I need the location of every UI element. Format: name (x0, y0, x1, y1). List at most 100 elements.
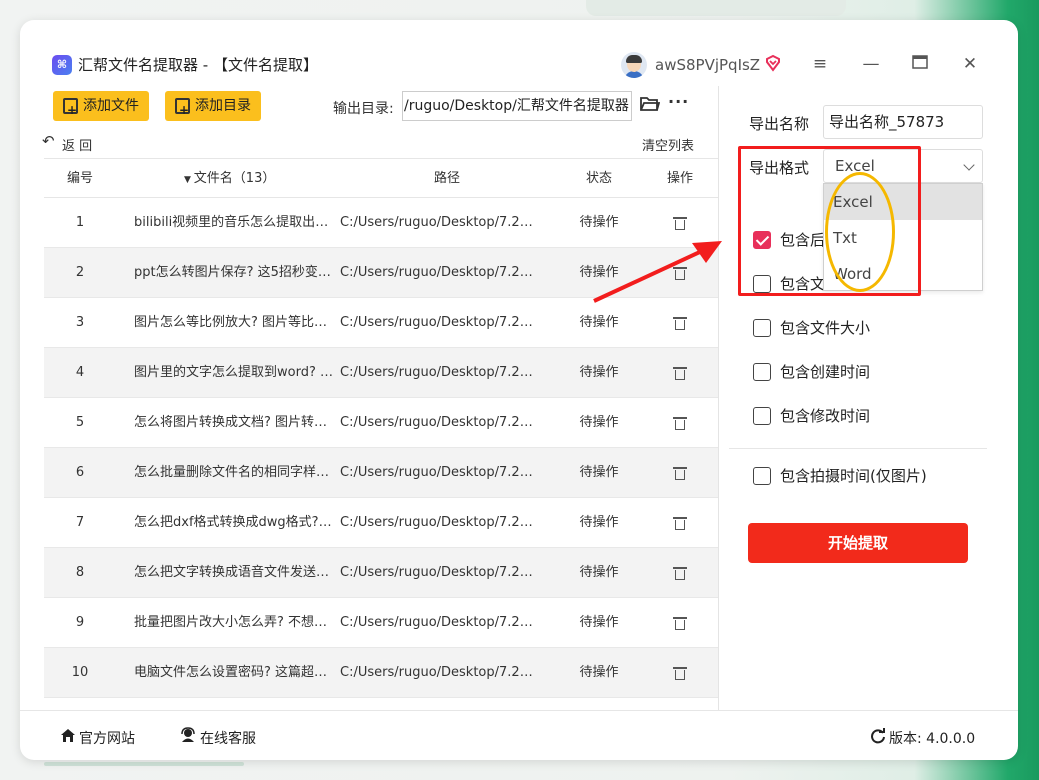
header-no: 编号 (66, 171, 93, 186)
app-title: 汇帮文件名提取器 - 【文件名提取】 (78, 56, 318, 74)
row-delete-button[interactable] (656, 398, 704, 448)
format-option-excel[interactable]: Excel (824, 184, 982, 220)
row-filename: 怎么批量删除文件名的相同字样? ... (134, 465, 334, 480)
more-options-icon[interactable]: ··· (668, 92, 689, 111)
row-filename: 批量把图片改大小怎么弄? 不想一... (134, 615, 334, 630)
row-delete-button[interactable] (656, 548, 704, 598)
table-row[interactable]: 3 图片怎么等比例放大? 图片等比例... C:/Users/ruguo/Deskt… (44, 298, 718, 348)
format-option-word[interactable]: Word (824, 256, 982, 292)
row-filename: 怎么把dxf格式转换成dwg格式? ... (134, 515, 334, 530)
add-folder-button[interactable]: 添加目录 (165, 91, 261, 125)
table-row[interactable]: 5 怎么将图片转换成文档? 图片转文... C:/Users/ruguo/Deskt… (44, 398, 718, 448)
menu-icon[interactable]: ≡ (809, 53, 831, 75)
add-file-button[interactable]: 添加文件 (53, 91, 149, 125)
refresh-icon[interactable] (870, 728, 886, 744)
trash-icon (673, 316, 687, 330)
format-option-txt[interactable]: Txt (824, 220, 982, 256)
export-panel: 导出名称 导出名称_57873 导出格式 Excel 包含后 包含文 Excel… (719, 86, 1018, 710)
export-format-select[interactable]: Excel (823, 149, 983, 183)
background-decor-top (586, 0, 846, 16)
output-dir-label: 输出目录: (333, 101, 394, 117)
trash-icon (673, 266, 687, 280)
folder-open-icon[interactable] (640, 96, 660, 112)
output-dir-field[interactable]: /ruguo/Desktop/汇帮文件名提取器 (402, 91, 632, 121)
table-row[interactable]: 2 ppt怎么转图片保存? 这5招秒变高... C:/Users/ruguo/Des… (44, 248, 718, 298)
checkbox-modified[interactable] (753, 407, 771, 425)
row-status: 待操作 (579, 315, 619, 330)
checkbox-created[interactable] (753, 363, 771, 381)
close-icon[interactable]: ✕ (959, 53, 981, 75)
row-status: 待操作 (579, 615, 619, 630)
back-button[interactable]: 返 回 (62, 135, 92, 154)
row-filename: bilibili视频里的音乐怎么提取出来... (134, 215, 334, 230)
row-filename: 怎么把文字转换成语音文件发送? ... (134, 565, 334, 580)
username[interactable]: awS8PVjPqIsZ (655, 56, 760, 74)
header-name[interactable]: ▼ 文件名（13） (184, 159, 275, 200)
checkbox-suffix[interactable] (753, 231, 771, 249)
table-row[interactable]: 1 bilibili视频里的音乐怎么提取出来... C:/Users/ruguo/D… (44, 198, 718, 248)
table-row[interactable]: 8 怎么把文字转换成语音文件发送? ... C:/Users/ruguo/Deskt… (44, 548, 718, 598)
row-delete-button[interactable] (656, 348, 704, 398)
title-bar: ⌘ 汇帮文件名提取器 - 【文件名提取】 awS8PVjPqIsZ ≡ — ✕ (20, 20, 1018, 86)
panel-separator (729, 448, 987, 449)
row-delete-button[interactable] (656, 598, 704, 648)
option-created-label: 包含创建时间 (780, 363, 871, 381)
checkbox-shot-time[interactable] (753, 467, 771, 485)
row-status: 待操作 (579, 365, 619, 380)
website-link[interactable]: 官方网站 (79, 728, 135, 748)
row-delete-button[interactable] (656, 298, 704, 348)
back-arrow-icon[interactable]: ↶ (42, 132, 55, 150)
row-status: 待操作 (579, 415, 619, 430)
option-suffix-label: 包含后 (780, 231, 826, 249)
row-path: C:/Users/ruguo/Desktop/7.27/... (340, 515, 540, 530)
row-delete-button[interactable] (656, 498, 704, 548)
row-no: 2 (75, 265, 85, 280)
clear-list-button[interactable]: 清空列表 (642, 135, 694, 154)
header-op: 操作 (666, 171, 693, 186)
checkbox-file[interactable] (753, 275, 771, 293)
row-path: C:/Users/ruguo/Desktop/7.27/... (340, 565, 540, 580)
option-size-label: 包含文件大小 (780, 319, 871, 337)
format-dropdown: Excel Txt Word (823, 183, 983, 291)
row-no: 4 (75, 365, 85, 380)
maximize-icon[interactable] (909, 53, 931, 75)
table-row[interactable]: 7 怎么把dxf格式转换成dwg格式? ... C:/Users/ruguo/Des… (44, 498, 718, 548)
row-delete-button[interactable] (656, 248, 704, 298)
vip-diamond-icon[interactable] (764, 54, 782, 72)
row-filename: 怎么将图片转换成文档? 图片转文... (134, 415, 334, 430)
table-row[interactable]: 9 批量把图片改大小怎么弄? 不想一... C:/Users/ruguo/Deskt… (44, 598, 718, 648)
table-row[interactable]: 10 电脑文件怎么设置密码? 这篇超全... C:/Users/ruguo/Desk… (44, 648, 718, 698)
background-decor-bottom (44, 762, 244, 766)
user-avatar[interactable] (621, 52, 647, 78)
row-filename: ppt怎么转图片保存? 这5招秒变高... (134, 265, 334, 280)
trash-icon (673, 516, 687, 530)
row-delete-button[interactable] (656, 648, 704, 698)
list-subbar: ↶ 返 回 清空列表 (20, 126, 718, 158)
add-file-icon (63, 95, 78, 125)
checkbox-size[interactable] (753, 319, 771, 337)
trash-icon (673, 466, 687, 480)
trash-icon (673, 216, 687, 230)
start-extract-button[interactable]: 开始提取 (748, 523, 968, 563)
trash-icon (673, 416, 687, 430)
table-row[interactable]: 4 图片里的文字怎么提取到word? 5... C:/Users/ruguo/Des… (44, 348, 718, 398)
row-delete-button[interactable] (656, 198, 704, 248)
row-path: C:/Users/ruguo/Desktop/7.27/... (340, 315, 540, 330)
row-status: 待操作 (579, 565, 619, 580)
export-name-input[interactable]: 导出名称_57873 (823, 105, 983, 139)
row-filename: 图片里的文字怎么提取到word? 5... (134, 365, 334, 380)
table-row[interactable]: 6 怎么批量删除文件名的相同字样? ... C:/Users/ruguo/Deskt… (44, 448, 718, 498)
option-file-label: 包含文 (780, 275, 826, 293)
add-file-label: 添加文件 (83, 98, 139, 114)
row-status: 待操作 (579, 265, 619, 280)
support-link[interactable]: 在线客服 (200, 728, 256, 748)
sort-down-icon: ▼ (184, 175, 194, 185)
row-delete-button[interactable] (656, 448, 704, 498)
export-name-label: 导出名称 (749, 115, 810, 133)
row-filename: 电脑文件怎么设置密码? 这篇超全... (134, 665, 334, 680)
row-no: 7 (75, 515, 85, 530)
row-path: C:/Users/ruguo/Desktop/7.27/... (340, 615, 540, 630)
minimize-icon[interactable]: — (860, 53, 882, 75)
trash-icon (673, 566, 687, 580)
header-status: 状态 (585, 171, 612, 186)
